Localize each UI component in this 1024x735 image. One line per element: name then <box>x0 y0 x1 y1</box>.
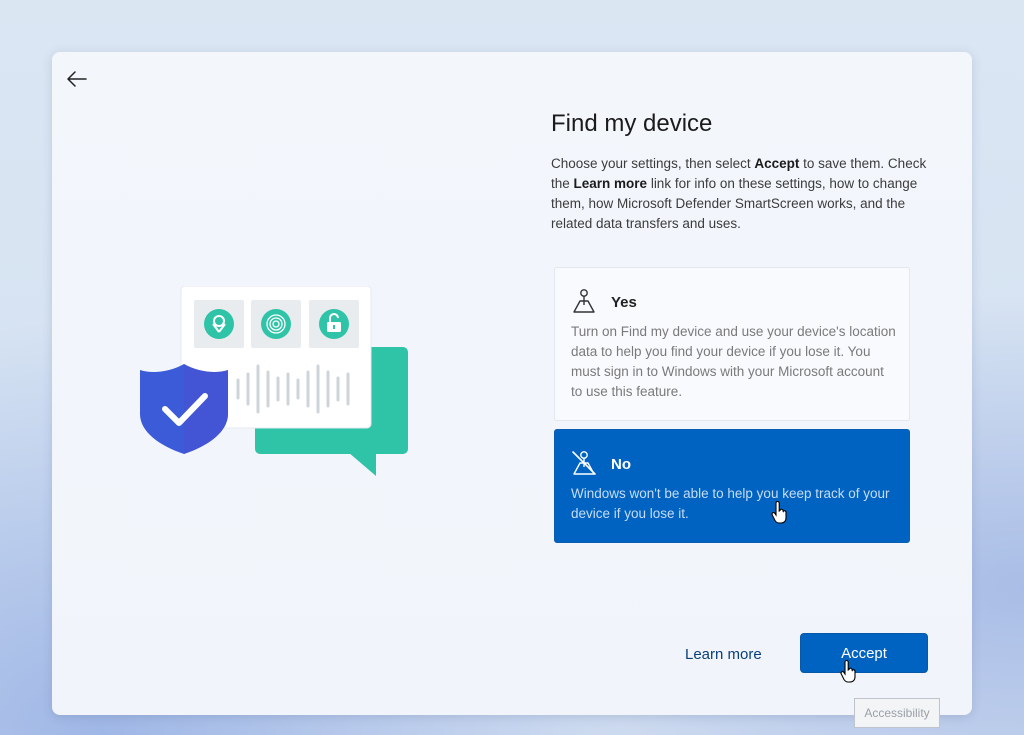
location-pin-icon <box>204 309 234 339</box>
page-title: Find my device <box>551 110 713 137</box>
back-arrow-icon <box>67 71 87 87</box>
shield-check-icon <box>140 364 228 454</box>
back-button[interactable] <box>64 66 90 92</box>
option-no[interactable]: No Windows won't be able to help you kee… <box>554 429 910 543</box>
option-yes[interactable]: Yes Turn on Find my device and use your … <box>554 267 910 421</box>
accept-button[interactable]: Accept <box>800 633 928 673</box>
option-no-label: No <box>611 456 631 473</box>
page-description: Choose your settings, then select Accept… <box>551 156 927 231</box>
option-no-description: Windows won't be able to help you keep t… <box>571 486 890 521</box>
security-illustration <box>140 286 408 476</box>
option-yes-label: Yes <box>611 294 637 311</box>
accessibility-button[interactable]: Accessibility <box>854 698 940 728</box>
option-yes-description: Turn on Find my device and use your devi… <box>571 324 896 399</box>
fingerprint-icon <box>261 309 291 339</box>
unlock-icon <box>319 309 349 339</box>
location-off-icon <box>572 451 596 475</box>
setup-window: Find my device Choose your settings, the… <box>52 52 972 715</box>
learn-more-link[interactable]: Learn more <box>685 646 762 663</box>
location-person-icon <box>573 289 595 313</box>
